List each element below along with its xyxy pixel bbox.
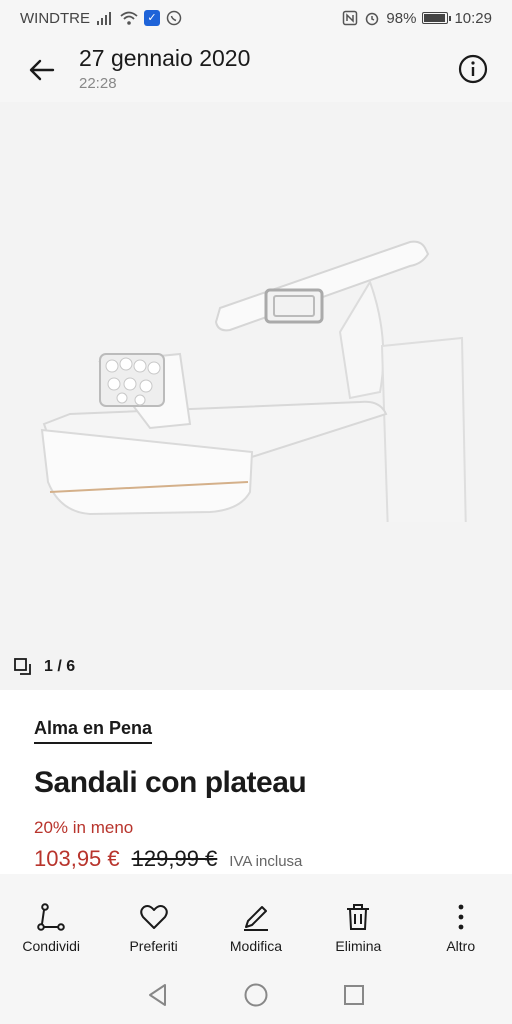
action-bar: Condividi Preferiti Modifica Elimina Alt… [0, 874, 512, 966]
nav-home-icon[interactable] [243, 982, 269, 1008]
back-arrow-icon [29, 59, 55, 81]
app-header: 27 gennaio 2020 22:28 [0, 36, 512, 102]
image-counter: 1 / 6 [14, 658, 75, 676]
status-bar: WINDTRE ✓ 98% 10:29 [0, 0, 512, 36]
original-price: 129,99 € [131, 846, 218, 871]
nav-recents-icon[interactable] [341, 982, 367, 1008]
favorites-button[interactable]: Preferiti [104, 902, 204, 954]
heart-icon [139, 905, 168, 929]
brand-link[interactable]: Alma en Pena [34, 718, 153, 744]
copy-icon [14, 658, 31, 675]
product-image [40, 240, 467, 522]
delete-button[interactable]: Elimina [308, 902, 408, 954]
share-label: Condividi [22, 938, 80, 954]
battery-percent: 98% [386, 9, 417, 27]
nfc-icon [342, 10, 358, 26]
edit-button[interactable]: Modifica [206, 902, 306, 954]
more-button[interactable]: Altro [411, 902, 511, 954]
more-label: Altro [446, 938, 476, 954]
trash-icon [347, 904, 370, 930]
image-counter-text: 1 / 6 [44, 658, 76, 675]
discount-label: 20% in meno [34, 818, 134, 837]
signal-icon [96, 11, 114, 25]
back-button[interactable] [22, 50, 62, 90]
carrier-label: WINDTRE [20, 9, 90, 27]
favorites-label: Preferiti [129, 938, 178, 954]
product-image-viewer[interactable]: 1 / 6 [0, 102, 512, 690]
current-price: 103,95 € [34, 846, 120, 871]
battery-icon [422, 12, 452, 24]
info-button[interactable] [458, 54, 488, 84]
product-details: Alma en Pena Sandali con plateau 20% in … [0, 690, 512, 874]
info-icon [458, 54, 488, 84]
vat-label: IVA inclusa [229, 853, 303, 870]
system-nav-bar [0, 966, 512, 1024]
share-icon [37, 903, 65, 931]
share-button[interactable]: Condividi [1, 902, 101, 954]
alarm-icon [364, 10, 380, 26]
edit-label: Modifica [229, 938, 283, 954]
more-icon [458, 904, 464, 930]
wifi-icon [120, 11, 138, 25]
whatsapp-icon [166, 10, 182, 26]
delete-label: Elimina [335, 938, 382, 954]
product-name: Sandali con plateau [34, 766, 307, 799]
price-row: 103,95 € 129,99 € IVA inclusa [34, 846, 302, 872]
shield-app-icon: ✓ [144, 10, 160, 26]
clock: 10:29 [454, 9, 492, 27]
page-title: 27 gennaio 2020 [79, 45, 251, 71]
nav-back-icon[interactable] [145, 982, 171, 1008]
page-subtitle: 22:28 [79, 75, 117, 92]
edit-icon [243, 906, 268, 931]
